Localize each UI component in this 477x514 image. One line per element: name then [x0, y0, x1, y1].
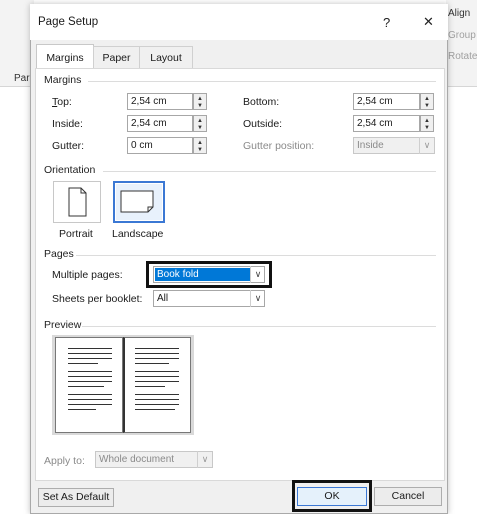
- preview-line: [68, 399, 112, 400]
- preview-line: [135, 386, 165, 387]
- chevron-down-icon[interactable]: ∨: [419, 137, 434, 154]
- ok-button[interactable]: OK: [297, 487, 367, 506]
- preview-line: [135, 376, 179, 377]
- help-button[interactable]: ?: [383, 15, 390, 30]
- preview-line: [68, 363, 98, 364]
- dialog-title: Page Setup: [38, 16, 99, 28]
- preview-line: [68, 394, 112, 395]
- portrait-icon: [68, 187, 87, 217]
- preview-line: [135, 394, 179, 395]
- preview-line: [135, 358, 179, 359]
- gutter-label: Gutter:: [52, 140, 85, 152]
- apply-to-label: Apply to:: [44, 455, 85, 467]
- preview-line: [68, 371, 112, 372]
- outside-margin-input[interactable]: 2,54 cm: [353, 115, 420, 132]
- preview-line: [68, 353, 112, 354]
- preview-line: [68, 404, 112, 405]
- preview-group-label: Preview: [44, 319, 82, 331]
- bottom-margin-spinner[interactable]: ▲ ▼: [420, 93, 434, 110]
- background-align-label[interactable]: Align: [448, 8, 470, 19]
- gutter-spinner[interactable]: ▲ ▼: [193, 137, 207, 154]
- preview-line: [135, 348, 179, 349]
- margins-group-label: Margins: [44, 74, 82, 86]
- group-divider: [88, 81, 436, 82]
- tab-paper[interactable]: Paper: [93, 46, 140, 69]
- landscape-button[interactable]: [113, 181, 165, 223]
- preview-line: [135, 399, 179, 400]
- preview-line: [135, 381, 179, 382]
- inside-margin-input[interactable]: 2,54 cm: [127, 115, 193, 132]
- outside-label: Outside:: [243, 118, 283, 130]
- preview-line: [68, 409, 96, 410]
- portrait-label: Portrait: [59, 228, 93, 240]
- outside-margin-spinner[interactable]: ▲ ▼: [420, 115, 434, 132]
- preview-line: [68, 376, 112, 377]
- landscape-icon: [120, 190, 154, 213]
- top-margin-spinner[interactable]: ▲ ▼: [193, 93, 207, 110]
- multiple-pages-select[interactable]: Book fold: [153, 266, 265, 283]
- orientation-group-label: Orientation: [44, 164, 96, 176]
- top-label: Top:: [52, 96, 72, 108]
- chevron-down-icon[interactable]: ∨: [197, 451, 212, 468]
- sheets-per-booklet-label: Sheets per booklet:: [52, 293, 143, 305]
- apply-to-select[interactable]: Whole document: [95, 451, 213, 468]
- top-label-text: op:: [57, 96, 72, 108]
- gutter-input[interactable]: 0 cm: [127, 137, 193, 154]
- group-divider: [82, 326, 436, 327]
- tab-margins[interactable]: Margins: [36, 44, 94, 71]
- preview-line: [135, 404, 179, 405]
- cancel-button[interactable]: Cancel: [374, 487, 442, 506]
- multiple-pages-label: Multiple pages:: [52, 269, 123, 281]
- chevron-down-icon[interactable]: ∨: [250, 290, 265, 307]
- portrait-button[interactable]: [53, 181, 101, 223]
- sheets-per-booklet-select[interactable]: All: [153, 290, 265, 307]
- group-divider: [103, 171, 436, 172]
- group-divider: [76, 255, 436, 256]
- pages-group-label: Pages: [44, 248, 74, 260]
- preview-line: [68, 386, 104, 387]
- set-as-default-button[interactable]: Set As Default: [38, 488, 114, 507]
- bottom-margin-input[interactable]: 2,54 cm: [353, 93, 420, 110]
- background-rotate-label[interactable]: Rotate: [448, 51, 477, 62]
- multiple-pages-selected-value: Book fold: [155, 268, 250, 281]
- preview-line: [135, 409, 175, 410]
- bottom-label: Bottom:: [243, 96, 280, 108]
- preview-line: [135, 353, 179, 354]
- preview-line: [68, 381, 112, 382]
- landscape-label: Landscape: [112, 228, 164, 240]
- background-group-label[interactable]: Group: [448, 30, 476, 41]
- chevron-down-icon[interactable]: ∨: [250, 266, 265, 283]
- inside-margin-spinner[interactable]: ▲ ▼: [193, 115, 207, 132]
- close-button[interactable]: ✕: [423, 14, 434, 30]
- background-text: Par: [14, 73, 30, 84]
- gutter-position-label: Gutter position:: [243, 140, 315, 152]
- preview-left-page: [55, 337, 123, 433]
- inside-label: Inside:: [52, 118, 83, 130]
- preview-line: [135, 363, 169, 364]
- preview-line: [135, 371, 179, 372]
- preview-line: [68, 348, 112, 349]
- tab-layout[interactable]: Layout: [139, 46, 193, 69]
- preview-line: [68, 358, 112, 359]
- top-margin-input[interactable]: 2,54 cm: [127, 93, 193, 110]
- preview-right-page: [123, 337, 191, 433]
